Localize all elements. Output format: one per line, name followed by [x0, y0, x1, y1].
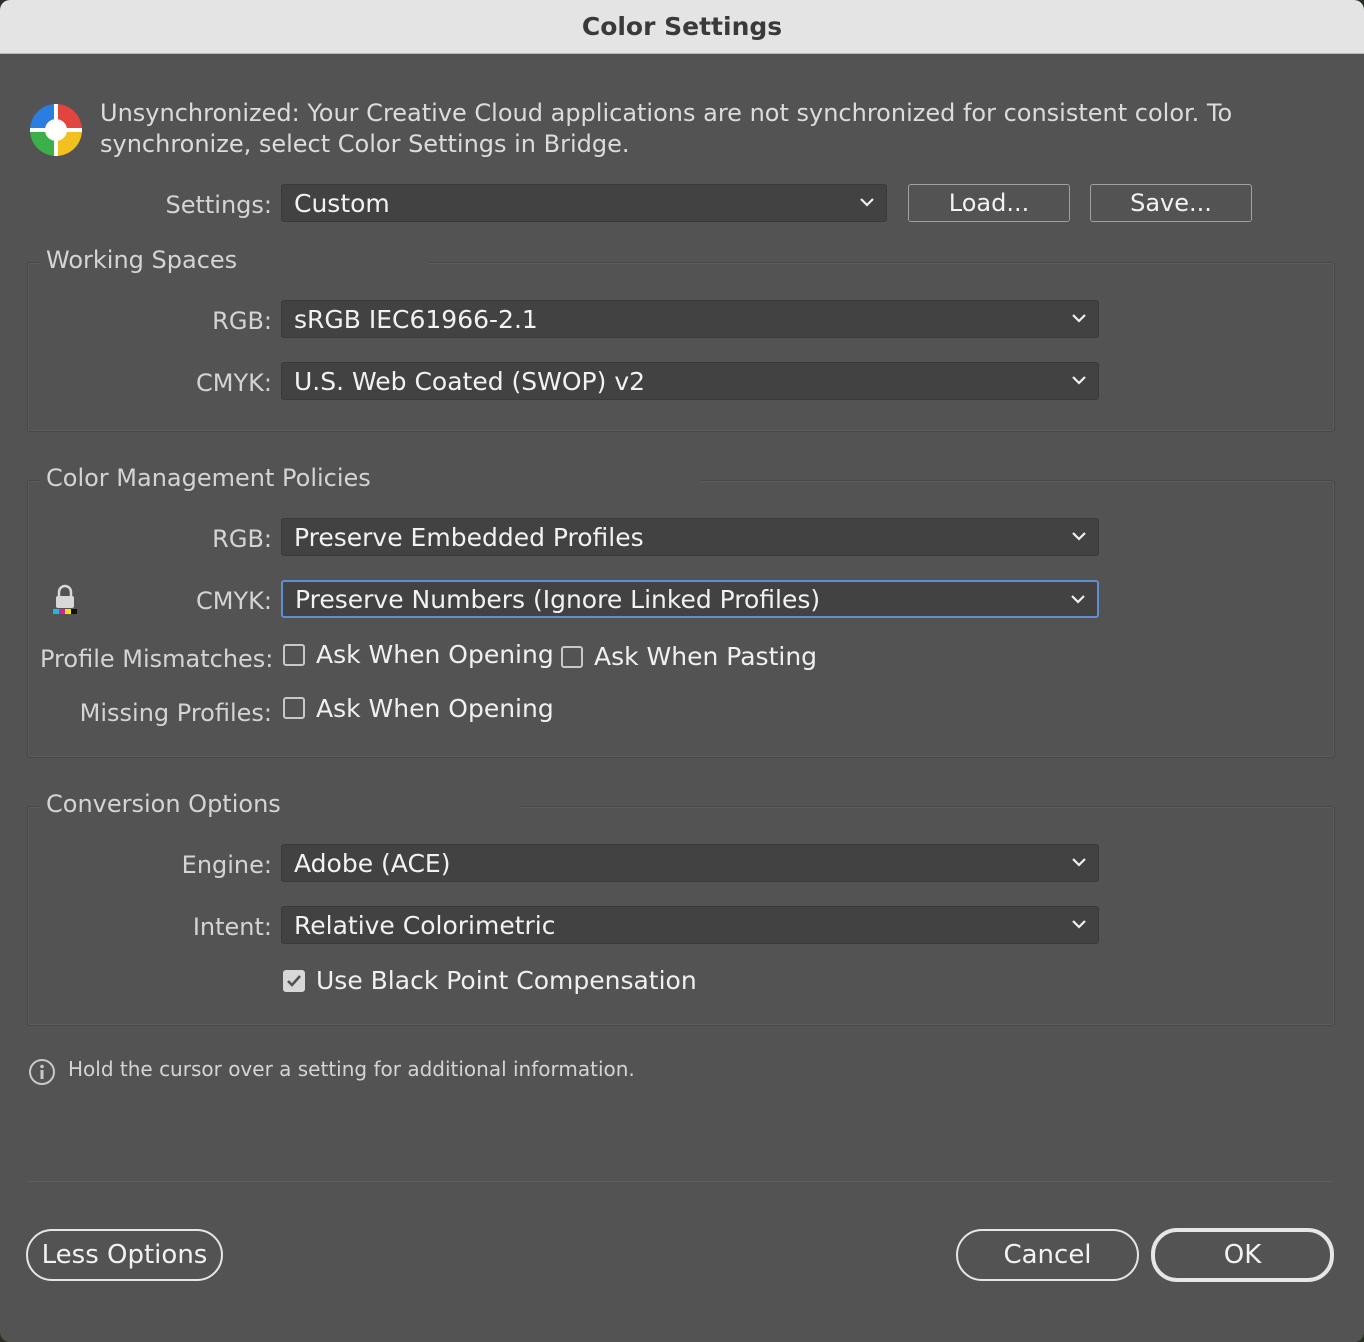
ws-rgb-select[interactable]: sRGB IEC61966-2.1	[281, 300, 1099, 338]
less-options-button[interactable]: Less Options	[26, 1229, 223, 1281]
pol-rgb-select[interactable]: Preserve Embedded Profiles	[281, 518, 1099, 556]
title-bar: Color Settings	[0, 0, 1364, 54]
intent-select[interactable]: Relative Colorimetric	[281, 906, 1099, 944]
chevron-down-icon	[1072, 376, 1086, 385]
color-settings-dialog: Color Settings Unsynchronized: Your Crea…	[0, 0, 1364, 1342]
ws-cmyk-value: U.S. Web Coated (SWOP) v2	[294, 366, 646, 396]
ok-button[interactable]: OK	[1151, 1228, 1334, 1282]
info-text: Hold the cursor over a setting for addit…	[68, 1057, 635, 1081]
lock-icon	[53, 584, 77, 614]
mismatch-pasting-label: Ask When Pasting	[594, 642, 818, 671]
bpc-checkbox[interactable]	[283, 970, 305, 992]
working-spaces-group	[27, 262, 1335, 432]
ws-cmyk-label: CMYK:	[196, 369, 272, 397]
footer-divider	[27, 1181, 1333, 1182]
chevron-down-icon	[860, 198, 874, 207]
chevron-down-icon	[1072, 920, 1086, 929]
pol-cmyk-select[interactable]: Preserve Numbers (Ignore Linked Profiles…	[281, 580, 1099, 618]
intent-value: Relative Colorimetric	[294, 910, 556, 940]
save-button[interactable]: Save...	[1090, 184, 1252, 222]
info-icon	[29, 1059, 55, 1085]
cancel-button[interactable]: Cancel	[956, 1229, 1139, 1281]
mismatch-label: Profile Mismatches:	[40, 645, 274, 673]
pol-rgb-label: RGB:	[212, 525, 272, 553]
chevron-down-icon	[1072, 858, 1086, 867]
pol-cmyk-label: CMYK:	[196, 587, 272, 615]
pol-rgb-value: Preserve Embedded Profiles	[294, 522, 644, 552]
policies-title: Color Management Policies	[40, 464, 701, 492]
checkmark-icon	[287, 975, 301, 987]
engine-select[interactable]: Adobe (ACE)	[281, 844, 1099, 882]
ws-rgb-value: sRGB IEC61966-2.1	[294, 304, 538, 334]
conversion-title: Conversion Options	[40, 790, 521, 818]
chevron-down-icon	[1071, 595, 1085, 604]
mismatch-opening-label: Ask When Opening	[316, 640, 554, 669]
window-title: Color Settings	[581, 12, 783, 41]
intent-label: Intent:	[192, 913, 272, 941]
chevron-down-icon	[1072, 314, 1086, 323]
ws-cmyk-select[interactable]: U.S. Web Coated (SWOP) v2	[281, 362, 1099, 400]
load-button[interactable]: Load...	[908, 184, 1070, 222]
engine-label: Engine:	[181, 851, 272, 879]
settings-value: Custom	[294, 188, 390, 218]
mismatch-pasting-checkbox[interactable]	[561, 646, 583, 668]
ws-rgb-label: RGB:	[212, 307, 272, 335]
chevron-down-icon	[1072, 532, 1086, 541]
sync-message: Unsynchronized: Your Creative Cloud appl…	[100, 98, 1232, 160]
color-wheel-icon	[30, 104, 82, 156]
pol-cmyk-value: Preserve Numbers (Ignore Linked Profiles…	[295, 584, 821, 614]
engine-value: Adobe (ACE)	[294, 848, 451, 878]
missing-label: Missing Profiles:	[79, 699, 272, 727]
settings-select[interactable]: Custom	[281, 184, 887, 222]
missing-opening-checkbox[interactable]	[283, 697, 305, 719]
sync-message-line2: synchronize, select Color Settings in Br…	[100, 130, 630, 158]
mismatch-opening-checkbox[interactable]	[283, 644, 305, 666]
missing-opening-label: Ask When Opening	[316, 694, 554, 723]
bpc-label: Use Black Point Compensation	[316, 966, 697, 995]
settings-label: Settings:	[165, 191, 272, 219]
working-spaces-title: Working Spaces	[40, 246, 428, 274]
sync-message-line1: Unsynchronized: Your Creative Cloud appl…	[100, 99, 1233, 127]
